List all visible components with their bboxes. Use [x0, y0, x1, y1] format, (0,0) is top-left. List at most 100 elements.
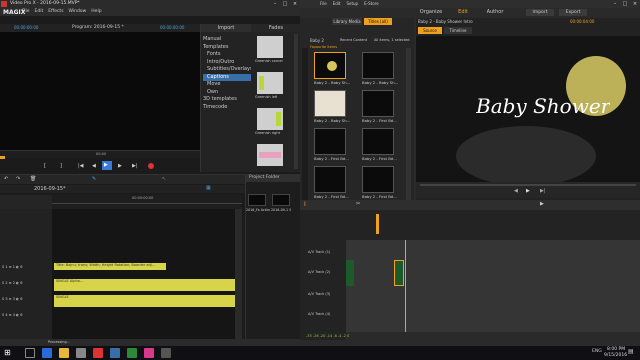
library-item-thumb[interactable]	[362, 90, 394, 117]
clock-date[interactable]: 9/15/2016	[604, 353, 627, 358]
track-header-4[interactable]: S 4 ≡ 4 ◐ 6	[2, 313, 22, 317]
tab-source[interactable]: Source	[418, 27, 442, 34]
library-item-thumb[interactable]	[362, 52, 394, 79]
timeline-ruler[interactable]: 00:00:00:00	[52, 195, 242, 209]
tree-item-own[interactable]: Own	[203, 89, 251, 97]
menu-file[interactable]: File	[320, 0, 327, 8]
track-name-3[interactable]: A/V Track (3)	[308, 292, 330, 296]
project-name[interactable]: 2016-09-15*	[34, 186, 66, 192]
minimize-icon[interactable]: –	[610, 0, 620, 8]
library-navigator-bar[interactable]	[302, 48, 308, 203]
timeline-tracks[interactable]: Title: Bajnu; trans; Width; Height Rotat…	[52, 209, 235, 339]
playhead-marker[interactable]	[0, 156, 5, 159]
frame-forward-icon[interactable]: ▶|	[540, 188, 546, 194]
timeline-overview[interactable]	[300, 210, 640, 240]
menu-window[interactable]: Window	[69, 8, 87, 16]
media-pool-scrollbar[interactable]	[294, 34, 298, 169]
close-icon[interactable]: ×	[630, 0, 640, 8]
rating-label[interactable]: Favourite Items	[310, 45, 337, 49]
alpha-clip[interactable]: SINGLE Alpha...	[54, 279, 235, 291]
maximize-icon[interactable]: □	[620, 0, 630, 8]
nav-tab-author[interactable]: Author	[476, 8, 514, 16]
template-thumb[interactable]	[257, 36, 283, 58]
program-preview[interactable]	[0, 32, 200, 150]
library-item-thumb[interactable]	[362, 166, 394, 193]
maximize-icon[interactable]: □	[280, 0, 290, 8]
tree-item-fonts[interactable]: Fonts	[203, 51, 251, 59]
tree-item-captions[interactable]: Captions	[203, 73, 251, 81]
cursor-mode-icon[interactable]: ↖	[162, 176, 166, 182]
store-icon[interactable]	[76, 348, 86, 358]
preview-scrub-bar[interactable]	[420, 184, 636, 186]
preview-ruler[interactable]: 00:00	[0, 150, 200, 159]
undo-icon[interactable]: ↶	[4, 176, 8, 182]
menu-estore[interactable]: E-Store	[364, 0, 379, 8]
delete-icon[interactable]: 🗑	[30, 176, 36, 182]
split-icon[interactable]: ✂	[356, 201, 360, 207]
pf-thumb[interactable]	[248, 194, 266, 206]
task-view-icon[interactable]	[25, 348, 35, 358]
tab-timeline[interactable]: Timeline	[444, 27, 472, 34]
timeline-scrollbar[interactable]	[235, 209, 242, 339]
skip-back-icon[interactable]: |◀	[78, 163, 84, 169]
tab-import[interactable]: Import	[201, 24, 251, 32]
single-clip[interactable]: SINGLE	[54, 295, 235, 307]
tree-item-subtitles[interactable]: Subtitles/Overlays	[203, 66, 251, 74]
menu-edit[interactable]: Edit	[35, 8, 44, 16]
play-icon[interactable]: ▶	[540, 201, 544, 207]
tree-item-3d-templates[interactable]: 3D templates	[203, 96, 251, 104]
minimize-icon[interactable]: –	[270, 0, 280, 8]
menu-edit[interactable]: Edit	[333, 0, 341, 8]
start-icon[interactable]: ⊞	[4, 348, 11, 357]
track-header-3[interactable]: S 3 ≡ 3 ◐ 6	[2, 297, 22, 301]
library-item-thumb[interactable]	[314, 166, 346, 193]
menu-effects[interactable]: Effects	[48, 8, 63, 16]
tab-fades[interactable]: Fades	[251, 24, 300, 32]
frame-back-icon[interactable]: ◀	[92, 163, 96, 169]
title-clip[interactable]: Title: Bajnu; trans; Width; Height Rotat…	[54, 263, 166, 270]
play-icon[interactable]: ▶	[526, 188, 530, 194]
track-header-1[interactable]: S 1 ≡ 1 ◐ 6	[2, 265, 22, 269]
template-thumb[interactable]	[257, 144, 283, 166]
menu-help[interactable]: Help	[91, 8, 101, 16]
sub-tab-recent[interactable]: Recent Content	[340, 38, 376, 42]
zoom-label[interactable]: I	[304, 201, 306, 208]
menu-setup[interactable]: Setup	[346, 0, 358, 8]
redo-icon[interactable]: ↷	[16, 176, 20, 182]
template-thumb[interactable]	[257, 108, 283, 130]
pf-thumb[interactable]	[272, 194, 290, 206]
track-header-2[interactable]: S 2 ≡ 2 ◐ 6	[2, 281, 22, 285]
right-timeline-tracks[interactable]	[346, 240, 640, 332]
tree-item-move[interactable]: Move	[203, 81, 251, 89]
tab-library-media[interactable]: Library Media	[332, 18, 362, 25]
notification-icon[interactable]: ▤	[628, 348, 634, 355]
track-name-2[interactable]: A/V Track (2)	[308, 270, 330, 274]
tree-item-manual[interactable]: Manual	[203, 36, 251, 44]
library-scrollbar[interactable]	[406, 48, 411, 203]
track-name-4[interactable]: A/V Track (4)	[308, 312, 330, 316]
library-item-thumb[interactable]	[314, 52, 346, 79]
bracket-out-icon[interactable]: ]	[60, 163, 62, 169]
timeline-clip-selected[interactable]	[394, 260, 404, 286]
frame-back-icon[interactable]: ◀	[514, 188, 518, 194]
clock-time[interactable]: 8:00 PM	[607, 347, 625, 352]
overview-playhead[interactable]	[376, 214, 379, 234]
timeline-clip[interactable]	[346, 260, 354, 286]
app-icon[interactable]	[161, 348, 171, 358]
bracket-in-icon[interactable]: [	[44, 163, 46, 169]
preview-video[interactable]: Baby Shower	[416, 36, 640, 196]
close-icon[interactable]: ×	[290, 0, 300, 8]
app-icon[interactable]	[144, 348, 154, 358]
skip-forward-icon[interactable]: ▶|	[132, 163, 138, 169]
import-button[interactable]: Import	[526, 9, 554, 16]
frame-forward-icon[interactable]: ▶	[118, 163, 122, 169]
app-icon[interactable]	[110, 348, 120, 358]
explorer-icon[interactable]	[59, 348, 69, 358]
app-icon[interactable]	[93, 348, 103, 358]
timeline-playhead[interactable]	[405, 240, 406, 332]
record-button[interactable]	[148, 163, 154, 169]
language-indicator[interactable]: ENG	[592, 349, 602, 354]
template-thumb[interactable]	[257, 72, 283, 94]
tree-item-intro-outro[interactable]: Intro/Outro	[203, 59, 251, 67]
mouse-mode-icon[interactable]: ✎	[92, 176, 96, 182]
